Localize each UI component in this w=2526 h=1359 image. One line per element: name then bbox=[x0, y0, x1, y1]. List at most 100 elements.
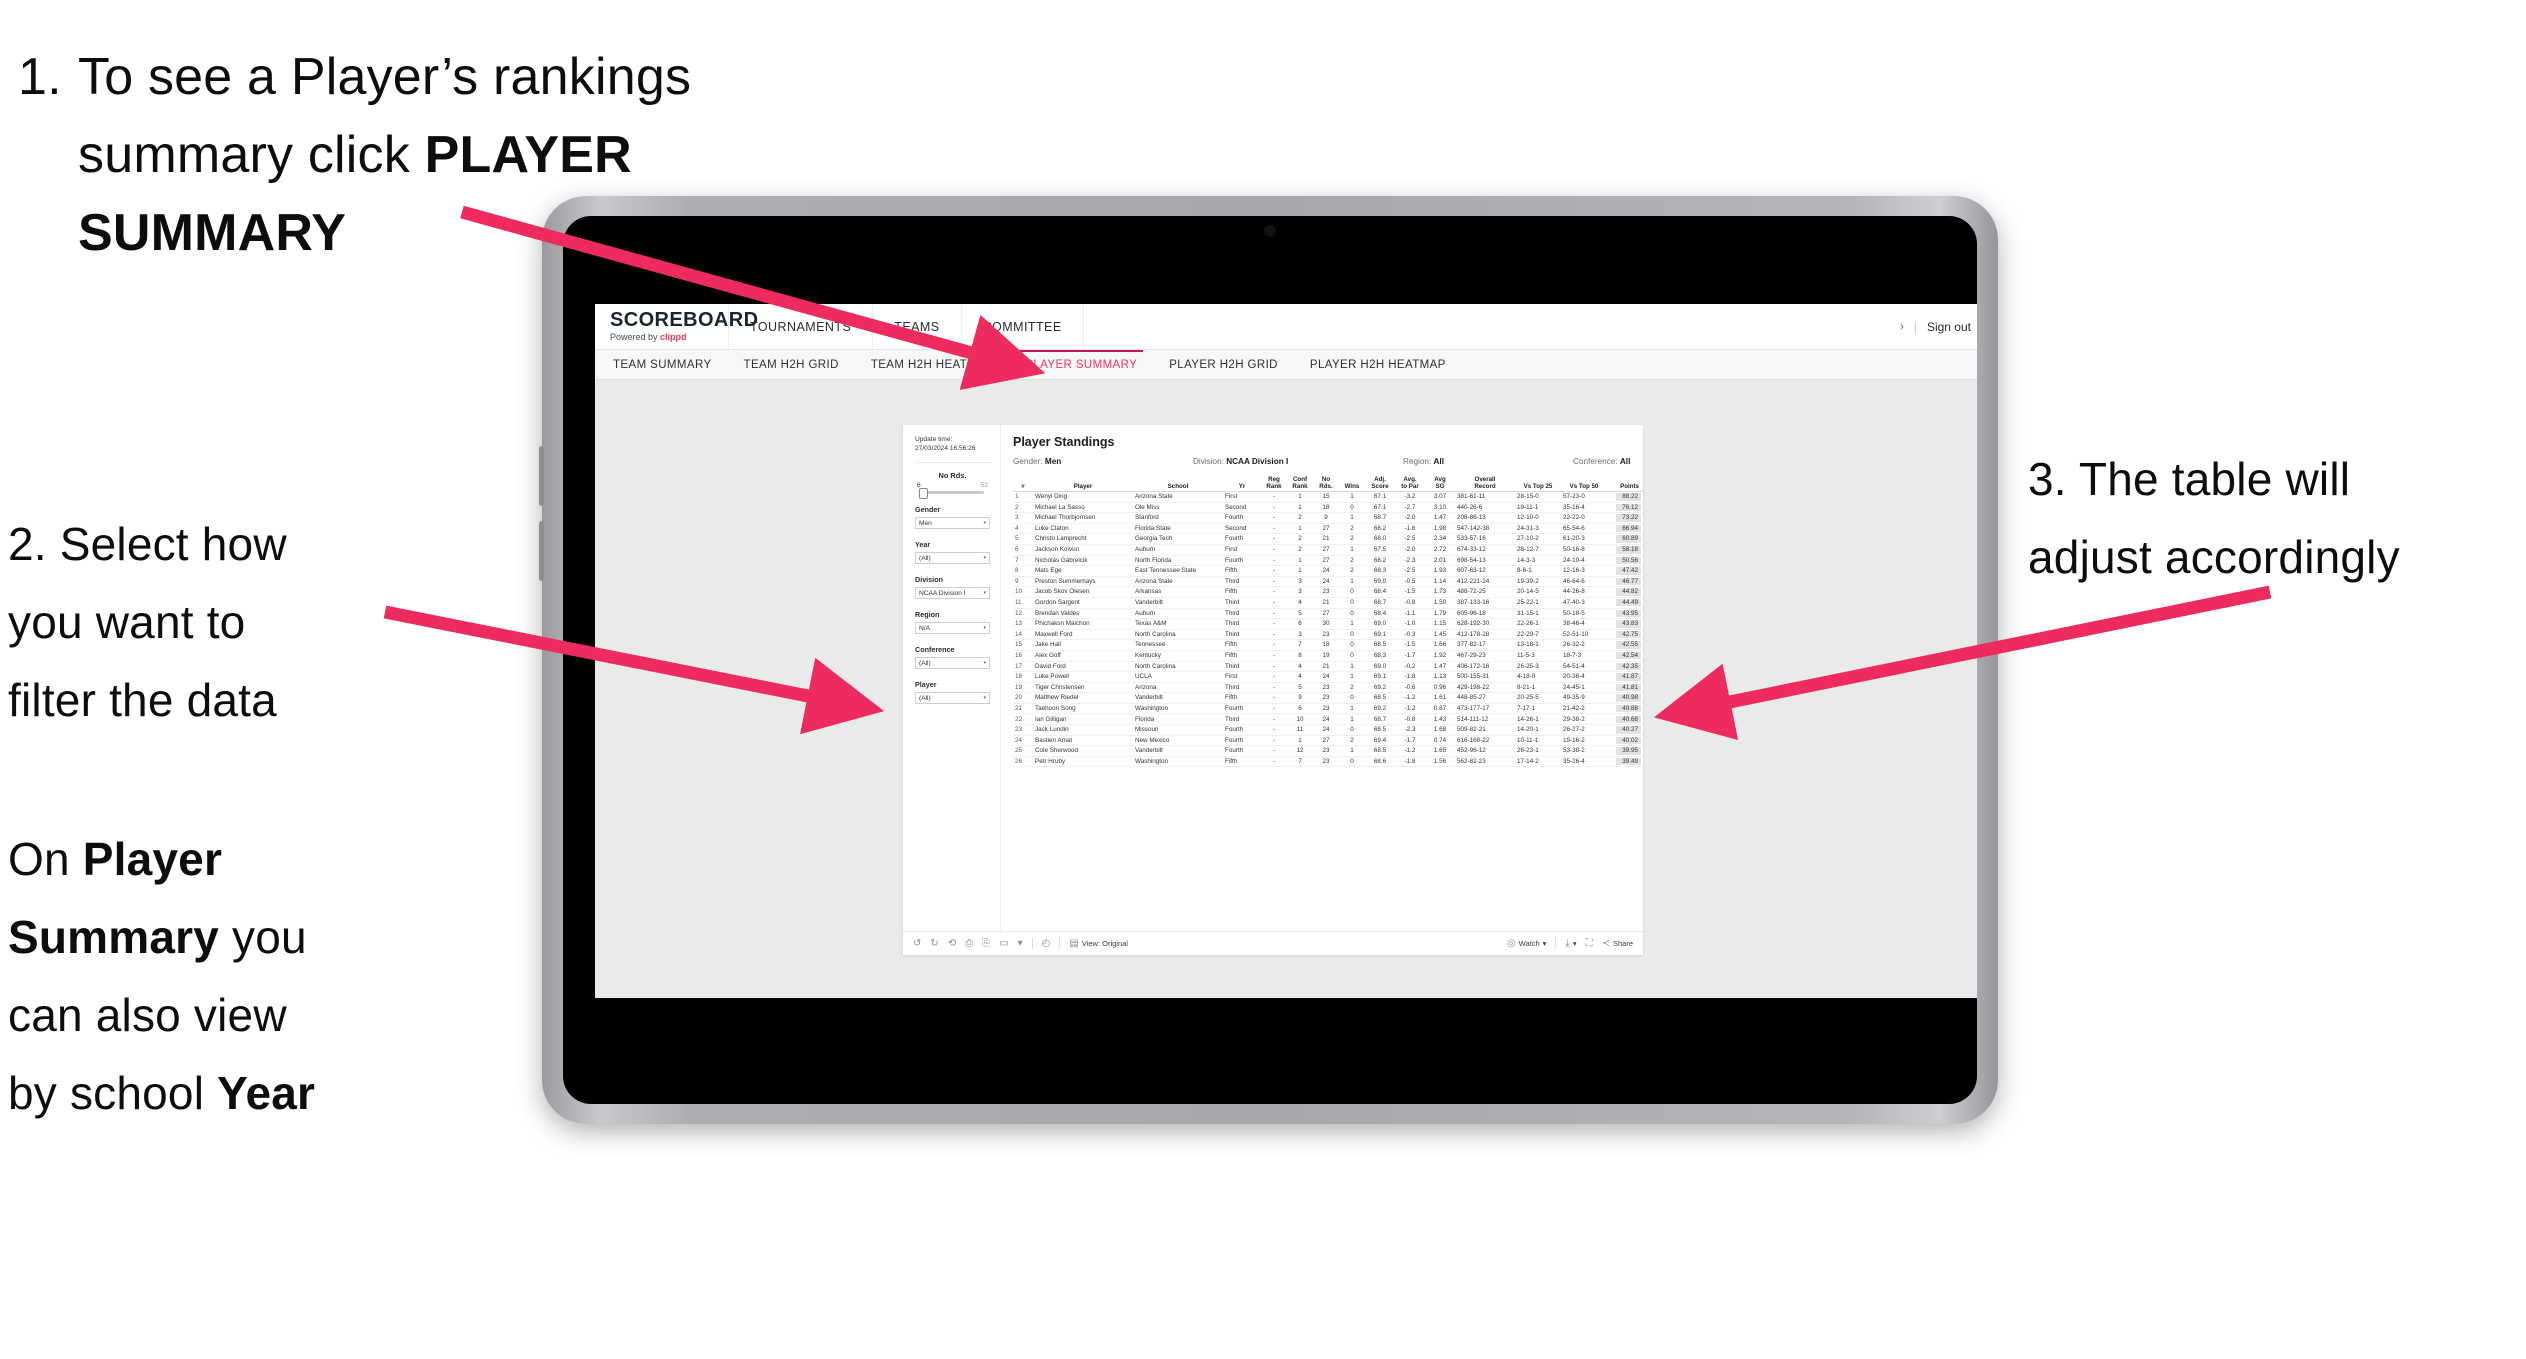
cell-player: Alex Goff bbox=[1033, 650, 1133, 662]
tab-team-h2h-grid[interactable]: TEAM H2H GRID bbox=[744, 350, 839, 380]
table-row[interactable]: 21 Taehoon Song Washington Fourth -6 23 1 69.2-… bbox=[1013, 703, 1643, 715]
filter-conference-select[interactable]: (All) ▾ bbox=[915, 657, 990, 669]
nav-tournaments[interactable]: TOURNAMENTS bbox=[728, 304, 874, 349]
table-row[interactable]: 4 Luke Claton Florida State Second -1 27 2 68.2… bbox=[1013, 523, 1643, 535]
cell-record: 488-72-25 bbox=[1455, 586, 1515, 598]
table-row[interactable]: 26 Petr Hruby Washington Fifth -7 23 0 68.6 -1.8… bbox=[1013, 756, 1643, 768]
table-row[interactable]: 23 Jack Lundin Missouri Fourth -11 24 0 68.5 -2.… bbox=[1013, 724, 1643, 736]
table-row[interactable]: 10 Jacob Skov Olesen Arkansas Fifth -3 23 0 68.… bbox=[1013, 586, 1643, 598]
table-row[interactable]: 24 Bastien Amat New Mexico Fourth -1 27 2 69.4-… bbox=[1013, 735, 1643, 747]
revert-icon[interactable]: ⟲ bbox=[948, 938, 956, 949]
col-vs-top-25[interactable]: Vs Top 25 bbox=[1515, 475, 1561, 492]
table-row[interactable]: 18 Luke Powell UCLA First -4 24 1 69.1 -1.8 1.13 5… bbox=[1013, 671, 1643, 683]
filter-player-select[interactable]: (All) ▾ bbox=[915, 692, 990, 704]
cell-vs50: 54-51-4 bbox=[1561, 661, 1607, 673]
col-adj-score[interactable]: Adj. Score bbox=[1365, 475, 1395, 492]
tab-player-summary[interactable]: PLAYER SUMMARY bbox=[1019, 349, 1144, 380]
filter-division-select[interactable]: NCAA Division I ▾ bbox=[915, 587, 990, 599]
table-row[interactable]: 11 Gordon Sargent Vanderbilt Third -4 21 0 68.7… bbox=[1013, 597, 1643, 609]
col-reg-rank[interactable]: Reg Rank bbox=[1261, 475, 1287, 492]
table-row[interactable]: 8 Mats Ege East Tennessee State Fifth -1 24 2 6… bbox=[1013, 565, 1643, 577]
cell-yr: Second bbox=[1223, 502, 1261, 514]
watch-button[interactable]: ◎ Watch ▾ bbox=[1507, 938, 1546, 949]
table-row[interactable]: 1 Wenyi Ding Arizona State First -1 15 1 67.1 -3… bbox=[1013, 491, 1643, 503]
nav-teams[interactable]: TEAMS bbox=[873, 304, 962, 349]
table-row[interactable]: 19 Tiger Christensen Arizona Third -5 23 2 69.2… bbox=[1013, 682, 1643, 694]
table-row[interactable]: 5 Christo Lamprecht Georgia Tech Fourth -2 21… bbox=[1013, 533, 1643, 545]
cell-points: 50.56 bbox=[1607, 555, 1643, 567]
table-row[interactable]: 17 David Ford North Carolina Third -4 21 1 69.0… bbox=[1013, 661, 1643, 673]
pause-icon[interactable]: ⎘ bbox=[982, 938, 990, 949]
clock-icon[interactable]: ◴ bbox=[1042, 938, 1051, 949]
col-yr[interactable]: Yr bbox=[1223, 475, 1261, 492]
col-school[interactable]: School bbox=[1133, 475, 1223, 492]
undo-icon[interactable]: ↺ bbox=[913, 938, 921, 949]
table-row[interactable]: 14 Maxwell Ford North Carolina Third -3 23 0 69… bbox=[1013, 629, 1643, 641]
filter-year-select[interactable]: (All) ▾ bbox=[915, 552, 990, 564]
col-points[interactable]: Points bbox=[1607, 475, 1643, 492]
cell-record: 607-63-12 bbox=[1455, 565, 1515, 577]
view-original-button[interactable]: ▤ View: Original bbox=[1069, 938, 1128, 949]
refresh-icon[interactable]: ⎙ bbox=[965, 938, 973, 949]
cell-player: Jake Hall bbox=[1033, 639, 1133, 651]
nav-committee[interactable]: COMMITTEE bbox=[962, 304, 1084, 349]
cell-nords: 23 bbox=[1313, 692, 1339, 704]
chevron-right-icon[interactable]: › bbox=[1900, 321, 1904, 333]
cell-record: 547-142-38 bbox=[1455, 523, 1515, 535]
cell-rank: 7 bbox=[1013, 555, 1033, 567]
col-avg-sg[interactable]: Avg SG bbox=[1425, 475, 1455, 492]
col-rank[interactable]: # bbox=[1013, 475, 1033, 492]
cell-vs25: 19-39-2 bbox=[1515, 576, 1561, 588]
col-vs-top-50[interactable]: Vs Top 50 bbox=[1561, 475, 1607, 492]
col-player[interactable]: Player bbox=[1033, 475, 1133, 492]
step2b-l1-pre: On bbox=[8, 833, 83, 885]
col-avg-to-par[interactable]: Avg. to Par bbox=[1395, 475, 1425, 492]
download-button[interactable]: ⤓ ▾ bbox=[1565, 938, 1576, 949]
cell-avgpar: -2.5 bbox=[1395, 533, 1425, 545]
cell-nords: 24 bbox=[1313, 671, 1339, 683]
table-row[interactable]: 2 Michael La Sasso Ole Miss Second -1 18 0 67.1… bbox=[1013, 502, 1643, 514]
caret-icon[interactable]: ▾ bbox=[1018, 938, 1023, 949]
cell-sg: 1.92 bbox=[1425, 650, 1455, 662]
table-row[interactable]: 25 Cole Sherwood Vanderbilt Fourth -12 23 1 68.… bbox=[1013, 745, 1643, 757]
col-no-rds[interactable]: No Rds. bbox=[1313, 475, 1339, 492]
slider-handle[interactable] bbox=[919, 488, 928, 499]
col-overall-record[interactable]: Overall Record bbox=[1455, 475, 1515, 492]
cell-conf: 4 bbox=[1287, 597, 1313, 609]
cell-adj: 69.4 bbox=[1365, 735, 1395, 747]
table-row[interactable]: 20 Matthew Riedel Vanderbilt Fifth -9 23 0 68.5… bbox=[1013, 692, 1643, 704]
cell-yr: Fifth bbox=[1223, 586, 1261, 598]
cell-vs50: 50-18-5 bbox=[1561, 608, 1607, 620]
table-row[interactable]: 16 Alex Goff Kentucky Fifth -8 19 0 68.3 -1.7 1.9… bbox=[1013, 650, 1643, 662]
scoreboard-logo[interactable]: SCOREBOARD Powered by clippd bbox=[595, 304, 758, 349]
tab-player-h2h-heatmap[interactable]: PLAYER H2H HEATMAP bbox=[1310, 350, 1446, 380]
cell-sg: 1.43 bbox=[1425, 713, 1455, 726]
rect-select-icon[interactable]: ▭ bbox=[999, 938, 1008, 949]
col-conf-rank[interactable]: Conf Rank bbox=[1287, 475, 1313, 492]
slider-track[interactable] bbox=[919, 488, 984, 499]
table-row[interactable]: 9 Preston Summerhays Arizona State Third -3 2… bbox=[1013, 576, 1643, 588]
table-row[interactable]: 7 Nicholas Gabrelcik North Florida Fourth -1… bbox=[1013, 555, 1643, 567]
fullscreen-icon[interactable]: ⛶ bbox=[1586, 938, 1593, 949]
cell-sg: 3.07 bbox=[1425, 491, 1455, 503]
table-row[interactable]: 13 Phichaksn Maichon Texas A&M Third -6 30 1 69… bbox=[1013, 618, 1643, 630]
col-wins[interactable]: Wins bbox=[1339, 475, 1365, 492]
sign-out-link[interactable]: Sign out bbox=[1927, 320, 1971, 334]
filter-region: Region N/A ▾ bbox=[915, 610, 990, 634]
cell-yr: First bbox=[1223, 544, 1261, 556]
tab-player-h2h-grid[interactable]: PLAYER H2H GRID bbox=[1169, 350, 1278, 380]
table-row[interactable]: 12 Brendan Valdes Auburn Third -5 27 0 68.4 -1.1… bbox=[1013, 608, 1643, 620]
filter-gender-select[interactable]: Men ▾ bbox=[915, 517, 990, 529]
filter-region-select[interactable]: N/A ▾ bbox=[915, 622, 990, 634]
tab-team-summary[interactable]: TEAM SUMMARY bbox=[613, 350, 712, 380]
table-row[interactable]: 22 Ian Gilligan Florida Third -10 24 1 68.7 -0.8… bbox=[1013, 713, 1643, 726]
primary-navigation: TOURNAMENTS TEAMS COMMITTEE bbox=[728, 304, 1084, 349]
table-row[interactable]: 15 Jake Hall Tennessee Fifth -7 18 0 68.5 -1.5 1.… bbox=[1013, 639, 1643, 651]
tab-team-h2h-heatmap[interactable]: TEAM H2H HEATMAP bbox=[871, 350, 993, 380]
redo-icon[interactable]: ↻ bbox=[930, 938, 938, 949]
table-row[interactable]: 6 Jackson Koivun Auburn First -2 27 1 67.5 -2.0 2… bbox=[1013, 544, 1643, 556]
table-row[interactable]: 3 Michael Thorbjornsen Stanford Fourth -2 9 1 6… bbox=[1013, 512, 1643, 524]
share-button[interactable]: ≺ Share bbox=[1602, 938, 1633, 949]
subtitle-region-value: All bbox=[1433, 457, 1444, 466]
cell-reg: - bbox=[1261, 650, 1287, 662]
